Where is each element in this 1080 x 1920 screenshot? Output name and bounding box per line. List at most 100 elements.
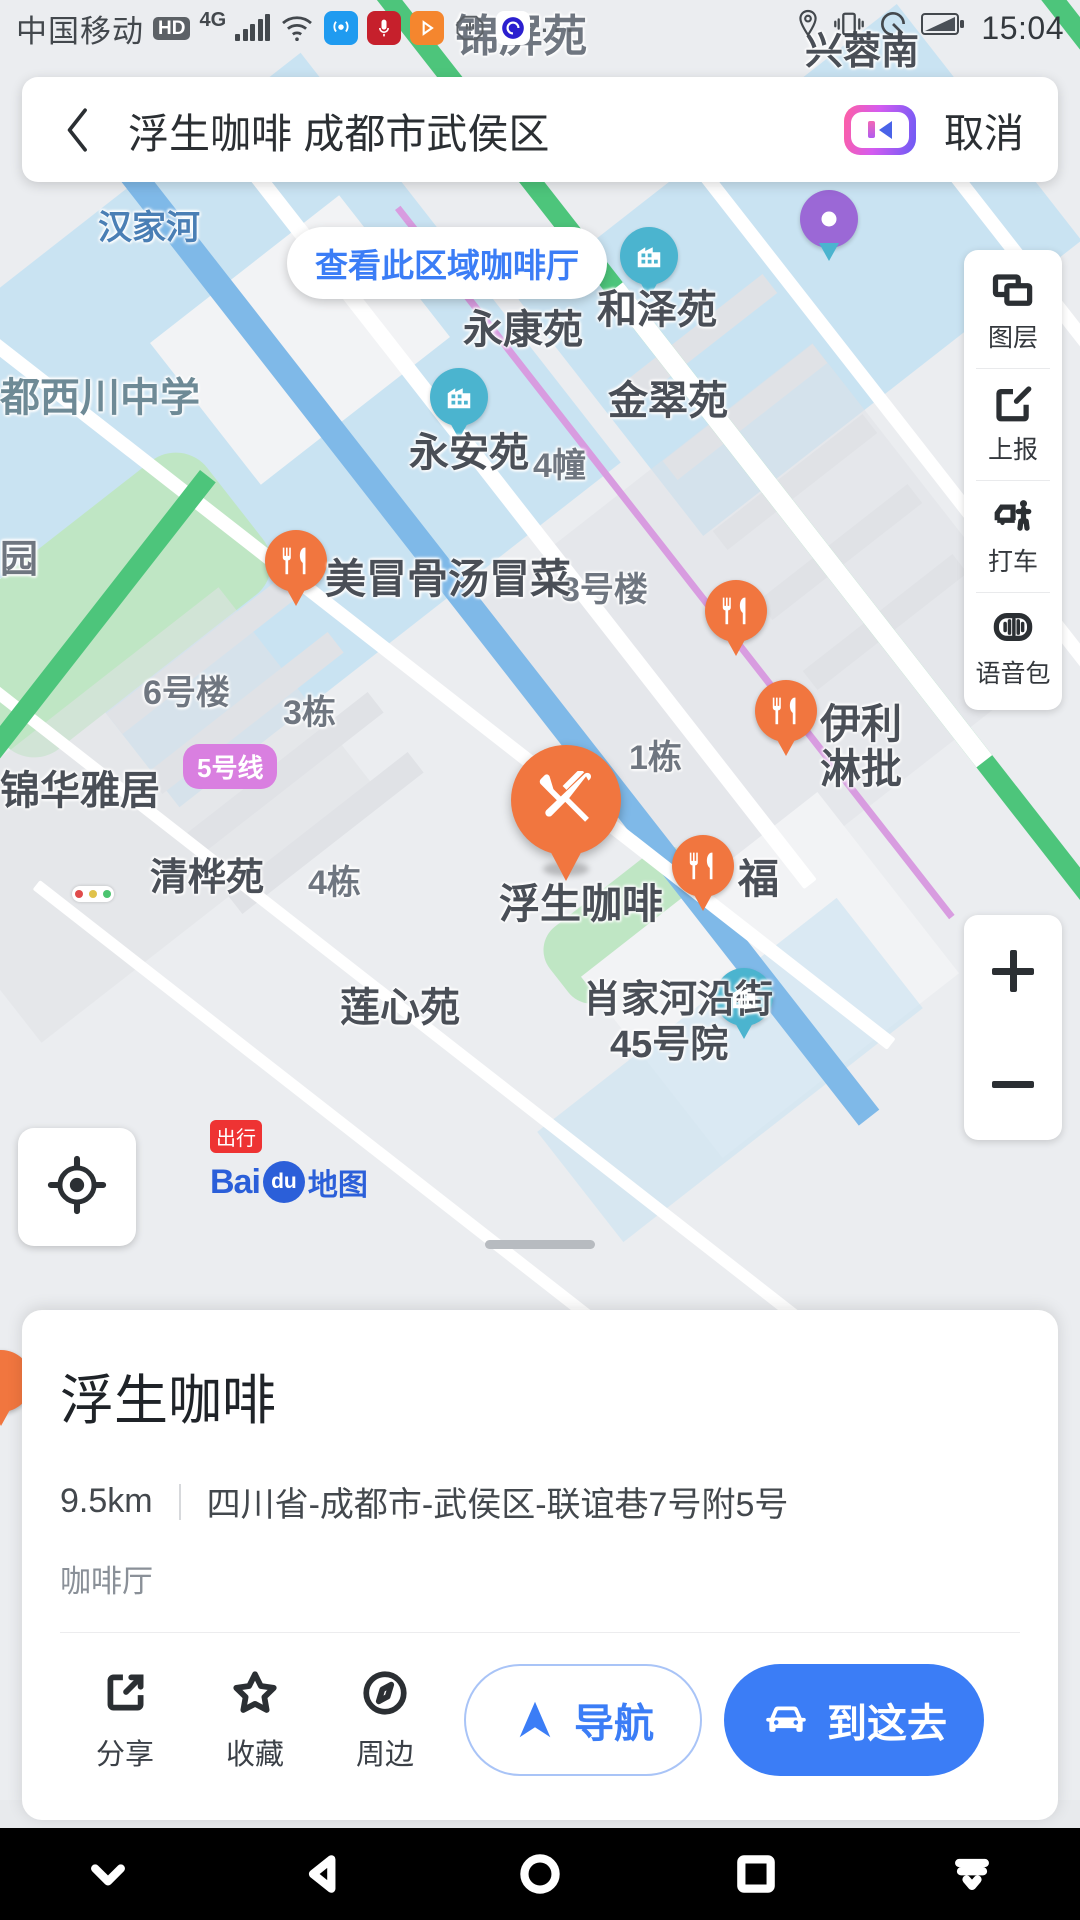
my-location-icon — [44, 1152, 110, 1223]
status-clock: 15:04 — [981, 9, 1064, 46]
cancel-button[interactable]: 取消 — [944, 101, 1024, 159]
map-label: 3号楼 — [561, 571, 648, 609]
nav-home-button[interactable] — [480, 1852, 600, 1896]
baidu-logo-bai: Bai — [210, 1162, 261, 1201]
map-poi-pin-meimao[interactable] — [265, 530, 327, 592]
baidu-map-logo: 出行 Bai du 地图 — [210, 1120, 368, 1204]
map-label: 金翠苑 — [608, 379, 728, 423]
layers-icon — [992, 274, 1033, 306]
baidu-logo-ditu: 地图 — [307, 1169, 368, 1202]
home-circle-icon — [520, 1854, 560, 1894]
map-label: 园 — [0, 539, 39, 581]
map-traffic-light-icon — [72, 886, 114, 902]
map-main-marker[interactable] — [511, 745, 621, 855]
sheet-divider — [60, 1632, 1020, 1633]
map-poi-pin-yonganyuan[interactable] — [430, 368, 488, 426]
map-label: 锦华雅居 — [0, 769, 160, 813]
map-label: 1栋 — [629, 739, 682, 777]
plus-icon — [992, 950, 1034, 993]
chevron-left-icon[interactable] — [56, 106, 100, 154]
vibrate-icon — [833, 8, 865, 48]
zoom-out-button[interactable] — [964, 1028, 1062, 1141]
zoom-in-button[interactable] — [964, 915, 1062, 1028]
nav-back-button[interactable] — [264, 1852, 384, 1896]
nav-recents-button[interactable] — [696, 1852, 816, 1896]
sheet-drag-handle[interactable] — [485, 1240, 595, 1249]
map-label: 莲心苑 — [340, 986, 460, 1030]
baidu-logo-sub: 出行 — [210, 1120, 262, 1153]
android-nav-bar — [0, 1828, 1080, 1920]
recents-square-icon — [737, 1855, 775, 1893]
map-metro-badge: 5号线 — [183, 744, 278, 789]
nearby-button[interactable]: 周边 — [320, 1668, 450, 1773]
map-poi-pin-purple[interactable] — [800, 190, 858, 248]
more-dots-icon: ··· — [539, 10, 578, 46]
signal-bars-icon — [235, 14, 271, 41]
favorite-button[interactable]: 收藏 — [190, 1668, 320, 1773]
tool-report[interactable]: 上报 — [964, 368, 1062, 480]
map-poi-pin-fu[interactable] — [672, 835, 734, 897]
map-tools-panel: 图层 上报 打车 语音包 — [964, 250, 1062, 710]
adblock-app-icon — [453, 11, 487, 45]
map-poi-pin-yili[interactable] — [755, 680, 817, 742]
tool-report-label: 上报 — [987, 436, 1038, 464]
sheet-action-bar: 分享 收藏 周边 导航 到这去 — [60, 1640, 1020, 1800]
voice-pack-icon — [993, 613, 1033, 641]
star-icon — [233, 1670, 277, 1713]
map-label: 永康苑 — [463, 308, 583, 352]
compass-icon — [363, 1670, 407, 1715]
meta-separator — [178, 1483, 181, 1520]
go-here-button[interactable]: 到这去 — [724, 1664, 984, 1776]
zoom-controls — [964, 915, 1062, 1140]
map-label: 45号院 — [610, 1024, 729, 1066]
minus-icon — [992, 1063, 1034, 1105]
nav-hide-keyboard-button[interactable] — [48, 1852, 168, 1896]
map-label: 6号楼 — [143, 674, 230, 712]
map-label: 汉家河 — [98, 209, 200, 247]
map-poi-pin-food-1[interactable] — [705, 580, 767, 642]
area-search-button[interactable]: 查看此区域咖啡厅 — [287, 227, 607, 299]
share-icon — [107, 1674, 144, 1710]
map-label: 美冒骨汤冒菜 — [325, 556, 571, 602]
report-edit-icon — [996, 386, 1032, 422]
map-label: 和泽苑 — [597, 288, 717, 332]
location-icon — [795, 8, 821, 48]
status-bar: 中国移动 HD 4G ··· 15:04 — [0, 0, 1080, 56]
baidu-paw-icon: du — [262, 1161, 305, 1203]
tool-layers[interactable]: 图层 — [964, 256, 1062, 368]
navigation-arrow-icon — [519, 1701, 551, 1738]
tool-taxi[interactable]: 打车 — [964, 480, 1062, 592]
tool-voice-pack[interactable]: 语音包 — [964, 592, 1062, 704]
alarm-speed-icon — [877, 8, 909, 48]
network-type-label: 4G — [199, 8, 227, 31]
search-input[interactable]: 浮生咖啡 成都市武侯区 — [128, 100, 844, 160]
place-distance: 9.5km — [60, 1482, 153, 1520]
map-label: 福 — [738, 856, 779, 902]
hd-badge: HD — [153, 16, 191, 40]
place-meta: 9.5km 四川省-成都市-武侯区-联谊巷7号附5号 — [60, 1477, 1020, 1526]
map-label: 浮生咖啡 — [499, 881, 663, 927]
share-button[interactable]: 分享 — [60, 1668, 190, 1773]
map-label: 4幢 — [533, 447, 586, 485]
map-label: 淋批 — [820, 746, 902, 792]
navigate-label: 导航 — [574, 1702, 654, 1746]
go-here-label: 到这去 — [827, 1702, 947, 1746]
map-label: 永安苑 — [409, 431, 529, 475]
car-icon — [766, 1706, 806, 1732]
split-screen-icon — [955, 1858, 989, 1891]
my-location-button[interactable] — [18, 1128, 136, 1246]
tool-taxi-label: 打车 — [987, 548, 1038, 576]
nav-split-screen-button[interactable] — [912, 1852, 1032, 1896]
nearby-label: 周边 — [355, 1738, 414, 1771]
map-label: 3栋 — [283, 694, 336, 732]
favorite-label: 收藏 — [225, 1738, 284, 1771]
search-bar[interactable]: 浮生咖啡 成都市武侯区 取消 — [22, 77, 1058, 182]
map-label: 都西川中学 — [0, 376, 200, 420]
battery-icon — [921, 11, 965, 45]
mic-app-icon — [367, 11, 402, 45]
navigate-button[interactable]: 导航 — [464, 1664, 702, 1776]
back-triangle-icon — [308, 1855, 336, 1893]
map-label: 清桦苑 — [150, 857, 265, 899]
map-label: 4栋 — [308, 864, 361, 902]
ai-assistant-icon[interactable] — [844, 104, 916, 155]
